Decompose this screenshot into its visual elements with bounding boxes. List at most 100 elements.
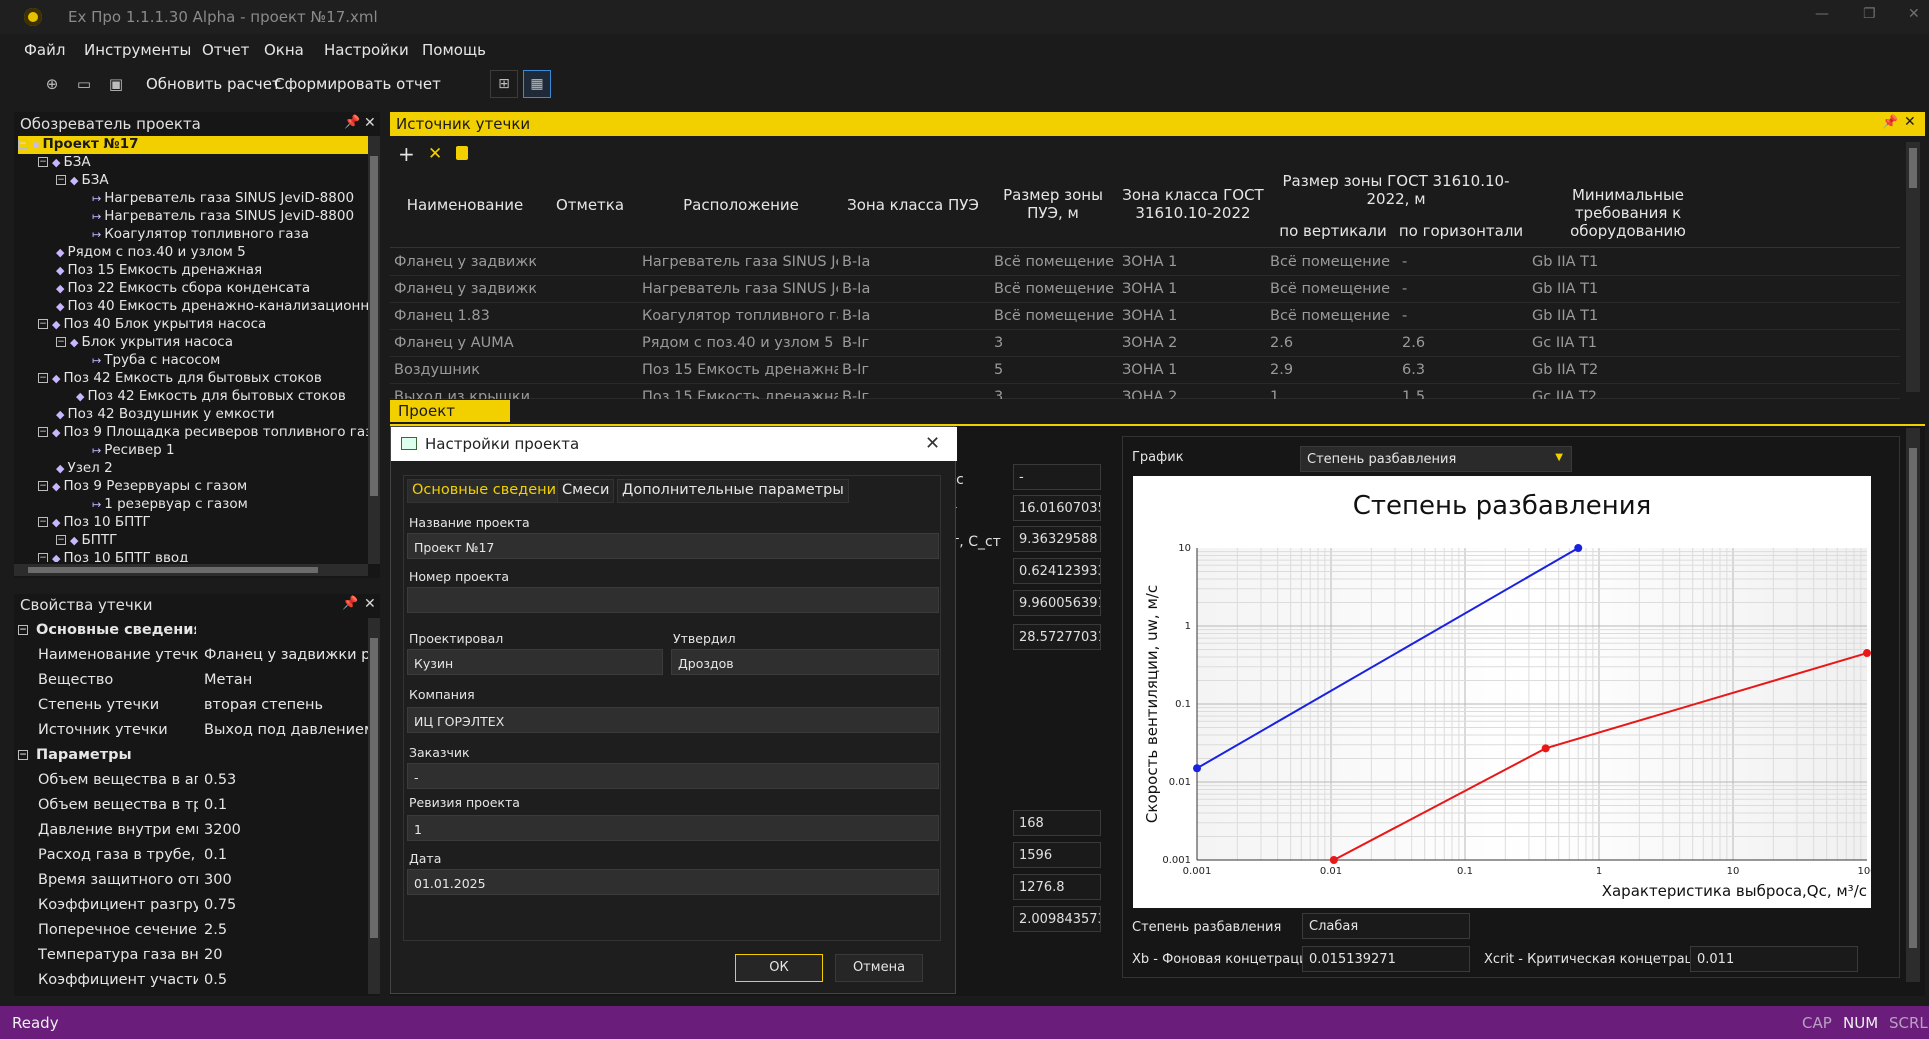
ok-button[interactable]: ОК xyxy=(735,954,823,982)
tab-mixtures[interactable]: Смеси xyxy=(557,479,615,503)
layout-view-icon[interactable]: ⊞ xyxy=(490,70,518,98)
category-params[interactable]: − Параметры xyxy=(14,743,370,768)
revision-input[interactable]: 1 xyxy=(407,815,939,841)
tree-item[interactable]: ↦ Коагулятор топливного газа xyxy=(92,226,309,244)
tree-item[interactable]: ◆ Поз 40 Емкость дренажно-канализационна xyxy=(56,298,376,316)
xb-field[interactable]: 0.015139271 xyxy=(1302,946,1470,972)
category-basic[interactable]: − Основные сведения xyxy=(14,618,370,643)
prop-row[interactable]: Источник утечки Выход под давлением xyxy=(14,718,372,743)
tree-item[interactable]: − ◆ Блок укрытия насоса xyxy=(56,334,233,352)
result-field[interactable]: - xyxy=(1013,464,1101,490)
tab-extra[interactable]: Дополнительные параметры xyxy=(617,479,849,503)
project-name-input[interactable]: Проект №17 xyxy=(407,533,939,559)
new-icon[interactable]: ⊕ xyxy=(42,74,62,94)
tree-item[interactable]: − ◆ Поз 10 БПТГ xyxy=(38,514,151,532)
menu-help[interactable]: Помощь xyxy=(422,41,486,59)
approved-input[interactable]: Дроздов xyxy=(671,649,939,675)
vertical-scrollbar[interactable] xyxy=(368,618,380,994)
make-report-button[interactable]: Сформировать отчет xyxy=(274,75,441,93)
result-field[interactable]: 28.572770316 xyxy=(1013,624,1101,650)
prop-row[interactable]: Время защитного откл 300 xyxy=(14,868,370,893)
maximize-icon[interactable]: ❐ xyxy=(1863,6,1876,22)
col-mark[interactable]: Отметка xyxy=(540,196,640,214)
update-calc-button[interactable]: Обновить расчет xyxy=(146,75,281,93)
close-icon[interactable]: ✕ xyxy=(364,115,376,131)
tree-item[interactable]: − ◆ Поз 9 Резервуары с газом xyxy=(38,478,247,496)
save-icon[interactable]: ▣ xyxy=(106,74,126,94)
prop-row[interactable]: Давление внутри емко 3200 xyxy=(14,818,370,843)
pin-icon[interactable]: 📌 xyxy=(344,115,360,130)
col-vertical[interactable]: по вертикали xyxy=(1268,222,1398,240)
project-number-input[interactable] xyxy=(407,587,939,613)
menu-windows[interactable]: Окна xyxy=(264,41,304,59)
tree-item[interactable]: ◆ Поз 42 Емкость для бытовых стоков xyxy=(76,388,346,406)
menu-tools[interactable]: Инструменты xyxy=(84,41,191,59)
col-zone-pue[interactable]: Зона класса ПУЭ xyxy=(842,196,984,214)
prop-row[interactable]: Расход газа в трубе, м³0.1 xyxy=(14,843,370,868)
tree-item-project[interactable]: − ▪ Проект №17 xyxy=(18,136,368,154)
prop-row[interactable]: Вещество Метан xyxy=(14,668,370,693)
prop-row[interactable]: Наименование утечки Фланец у задвижки ру xyxy=(14,643,372,668)
result-field[interactable]: 9.36329588 xyxy=(1013,526,1101,552)
cancel-button[interactable]: Отмена xyxy=(835,954,923,982)
open-folder-icon[interactable]: ▭ xyxy=(74,74,94,94)
col-zone-gost[interactable]: Зона класса ГОСТ 31610.10-2022 xyxy=(1120,186,1266,222)
tree-item[interactable]: ↦ Труба с насосом xyxy=(92,352,220,370)
result-field[interactable]: 1276.8 xyxy=(1013,874,1101,900)
tree-item[interactable]: ◆ Узел 2 xyxy=(56,460,113,478)
horizontal-scrollbar[interactable] xyxy=(14,564,368,576)
tree-item[interactable]: ◆ Рядом с поз.40 и узлом 5 xyxy=(56,244,246,262)
col-name[interactable]: Наименование xyxy=(392,196,538,214)
tree-item[interactable]: − ◆ Поз 42 Емкость для бытовых стоков xyxy=(38,370,322,388)
menu-file[interactable]: Файл xyxy=(24,41,65,59)
result-field[interactable]: 2.009843573 xyxy=(1013,906,1101,932)
prop-row[interactable]: Температура газа внутр20 xyxy=(14,943,370,968)
close-icon[interactable]: ✕ xyxy=(1904,114,1916,130)
close-icon[interactable]: ✕ xyxy=(1908,6,1920,22)
minimize-icon[interactable]: — xyxy=(1815,6,1829,22)
vertical-scrollbar[interactable] xyxy=(1906,142,1920,392)
dilution-field[interactable]: Слабая xyxy=(1302,913,1470,939)
pin-icon[interactable]: 📌 xyxy=(342,596,358,611)
tree-item[interactable]: − ◆ БПТГ xyxy=(56,532,117,550)
tree-item[interactable]: ↦ Нагреватель газа SINUS JeviD-8800 xyxy=(92,208,354,226)
tab-project[interactable]: Проект №17✕ xyxy=(390,400,510,438)
menu-settings[interactable]: Настройки xyxy=(324,41,409,59)
tree-item[interactable]: − ◆ Поз 10 БПТГ ввод xyxy=(38,550,189,562)
tree-item[interactable]: − ◆ БЗА xyxy=(56,172,109,190)
tree-item[interactable]: ◆ Поз 22 Емкость сбора конденсата xyxy=(56,280,310,298)
col-size-gost[interactable]: Размер зоны ГОСТ 31610.10-2022, м xyxy=(1268,172,1524,208)
prop-row[interactable]: Объем вещества в апп 0.53 xyxy=(14,768,370,793)
col-size-pue[interactable]: Размер зоны ПУЭ, м xyxy=(988,186,1118,222)
result-field[interactable]: 0.624123933 xyxy=(1013,558,1101,584)
tree-item[interactable]: ↦ Ресивер 1 xyxy=(92,442,175,460)
close-icon[interactable]: ✕ xyxy=(364,596,376,612)
tree-item[interactable]: − ◆ Поз 9 Площадка ресиверов топливного га… xyxy=(38,424,368,442)
vertical-scrollbar[interactable] xyxy=(1906,428,1920,982)
prop-row[interactable]: Поперечное сечение о 2.5 xyxy=(14,918,370,943)
close-icon[interactable]: ✕ xyxy=(925,433,940,454)
tree-item[interactable]: − ◆ БЗА xyxy=(38,154,91,172)
xcrit-field[interactable]: 0.011 xyxy=(1690,946,1858,972)
tree-item[interactable]: ◆ Поз 42 Воздушник у емкости xyxy=(56,406,274,424)
result-field[interactable]: 16.016070358 xyxy=(1013,495,1101,521)
col-horizontal[interactable]: по горизонтали xyxy=(1398,222,1524,240)
add-icon[interactable]: + xyxy=(398,142,415,166)
tree-item[interactable]: ↦ 1 резервуар с газом xyxy=(92,496,248,514)
pin-icon[interactable]: 📌 xyxy=(1882,115,1898,130)
prop-row[interactable]: Коэффициент участия г0.5 xyxy=(14,968,370,993)
tree-item[interactable]: ◆ Поз 15 Емкость дренажная xyxy=(56,262,262,280)
tree-item[interactable]: ↦ Нагреватель газа SINUS JeviD-8800 xyxy=(92,190,354,208)
customer-input[interactable]: - xyxy=(407,763,939,789)
date-input[interactable]: 01.01.2025 xyxy=(407,869,939,895)
prop-row[interactable]: Коэффициент разгрузк0.75 xyxy=(14,893,370,918)
table-view-icon[interactable]: ▦ xyxy=(523,70,551,98)
designed-input[interactable]: Кузин xyxy=(407,649,663,675)
menu-report[interactable]: Отчет xyxy=(202,41,249,59)
prop-row[interactable]: Объем вещества в труб0.1 xyxy=(14,793,370,818)
result-field[interactable]: 168 xyxy=(1013,810,1101,836)
result-field[interactable]: 9.960056391 xyxy=(1013,590,1101,616)
result-field[interactable]: 1596 xyxy=(1013,842,1101,868)
tree-item[interactable]: − ◆ Поз 40 Блок укрытия насоса xyxy=(38,316,266,334)
vertical-scrollbar[interactable] xyxy=(368,136,380,564)
